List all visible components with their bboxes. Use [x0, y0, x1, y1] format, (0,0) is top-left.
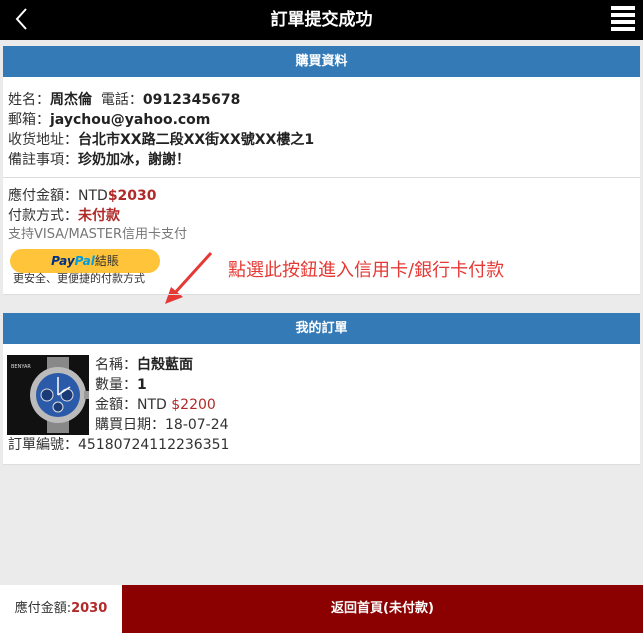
price-label: 金額：	[95, 397, 137, 413]
product-image[interactable]: BENYAR	[7, 355, 89, 435]
qty-label: 數量：	[95, 377, 137, 393]
phone-label: 電話：	[100, 92, 143, 108]
my-order-panel: 我的訂單 BENYAR 名稱：白殼藍面 數量：1 金額：NTD $2200 購買…	[3, 313, 640, 465]
product-name-label: 名稱：	[95, 357, 137, 373]
purchase-date: 18-07-24	[165, 417, 229, 433]
annotation-arrow-icon	[165, 251, 213, 304]
watch-brand-text: BENYAR	[11, 364, 31, 370]
product-qty: 1	[137, 377, 147, 393]
payment-status: 未付款	[78, 208, 120, 224]
paypal-tagline: 更安全、更便捷的付款方式	[13, 272, 145, 285]
amount-value: $2030	[107, 188, 157, 204]
price-prefix: NTD	[137, 397, 172, 413]
my-order-header: 我的訂單	[3, 313, 640, 344]
product-name: 白殼藍面	[137, 357, 193, 373]
amount-label: 應付金額：	[8, 188, 78, 204]
note-label: 備註事項：	[8, 152, 78, 168]
paypal-logo-pal: Pal	[74, 254, 95, 268]
address-label: 收货地址：	[8, 132, 78, 148]
divider	[3, 177, 640, 178]
buyer-details: 姓名：周杰倫 電話：0912345678 郵箱：jaychou@yahoo.co…	[8, 90, 314, 170]
product-name-row: 名稱：白殼藍面	[95, 355, 229, 375]
paypal-button-label: 結賬	[94, 254, 119, 268]
paypal-logo-pay: Pay	[51, 254, 75, 268]
top-bar: 訂單提交成功	[0, 0, 643, 40]
annotation-text: 點選此按鈕進入信用卡/銀行卡付款	[228, 260, 505, 281]
list-menu-icon[interactable]	[611, 4, 635, 32]
buyer-address-row: 收货地址：台北市XX路二段XX街XX號XX樓之1	[8, 130, 314, 150]
buyer-email-row: 郵箱：jaychou@yahoo.com	[8, 110, 314, 130]
payment-label: 付款方式：	[8, 208, 78, 224]
email-label: 郵箱：	[8, 112, 50, 128]
footer-total-label: 應付金額:	[14, 601, 72, 616]
divider	[3, 294, 640, 295]
product-price-row: 金額：NTD $2200	[95, 395, 229, 415]
footer-total: 應付金額:2030	[0, 585, 122, 633]
payment-method-row: 付款方式：未付款	[8, 206, 187, 226]
payment-details: 應付金額：NTD$2030 付款方式：未付款 支持VISA/MASTER信用卡支…	[8, 186, 187, 244]
bottom-bar: 應付金額:2030 返回首頁(未付款)	[0, 585, 643, 633]
order-number-label: 訂單編號：	[8, 437, 78, 453]
product-details: 名稱：白殼藍面 數量：1 金額：NTD $2200 購買日期：18-07-24	[95, 355, 229, 435]
order-number: 45180724112236351	[78, 437, 230, 453]
divider	[3, 464, 640, 465]
return-home-button[interactable]: 返回首頁(未付款)	[122, 585, 643, 633]
buyer-note-row: 備註事項：珍奶加冰，謝謝！	[8, 150, 314, 170]
product-price: $2200	[171, 397, 216, 413]
date-label: 購買日期：	[95, 417, 165, 433]
amount-row: 應付金額：NTD$2030	[8, 186, 187, 206]
card-support-text: 支持VISA/MASTER信用卡支付	[8, 227, 188, 242]
name-label: 姓名：	[8, 92, 50, 108]
amount-prefix: NTD	[78, 188, 108, 204]
order-number-row: 訂單編號：45180724112236351	[8, 435, 229, 455]
purchase-info-header: 購買資料	[3, 46, 640, 77]
purchase-info-panel: 購買資料 姓名：周杰倫 電話：0912345678 郵箱：jaychou@yah…	[3, 46, 640, 304]
footer-total-amount: 2030	[71, 601, 108, 616]
buyer-phone: 0912345678	[142, 92, 241, 108]
buyer-name-row: 姓名：周杰倫 電話：0912345678	[8, 90, 314, 110]
buyer-note: 珍奶加冰，謝謝！	[78, 152, 190, 168]
purchase-date-row: 購買日期：18-07-24	[95, 415, 229, 435]
buyer-address: 台北市XX路二段XX街XX號XX樓之1	[78, 132, 315, 148]
buyer-email: jaychou@yahoo.com	[50, 112, 211, 128]
watch-icon: BENYAR	[7, 355, 89, 435]
page-title: 訂單提交成功	[270, 10, 373, 30]
buyer-name: 周杰倫	[50, 92, 92, 108]
product-qty-row: 數量：1	[95, 375, 229, 395]
